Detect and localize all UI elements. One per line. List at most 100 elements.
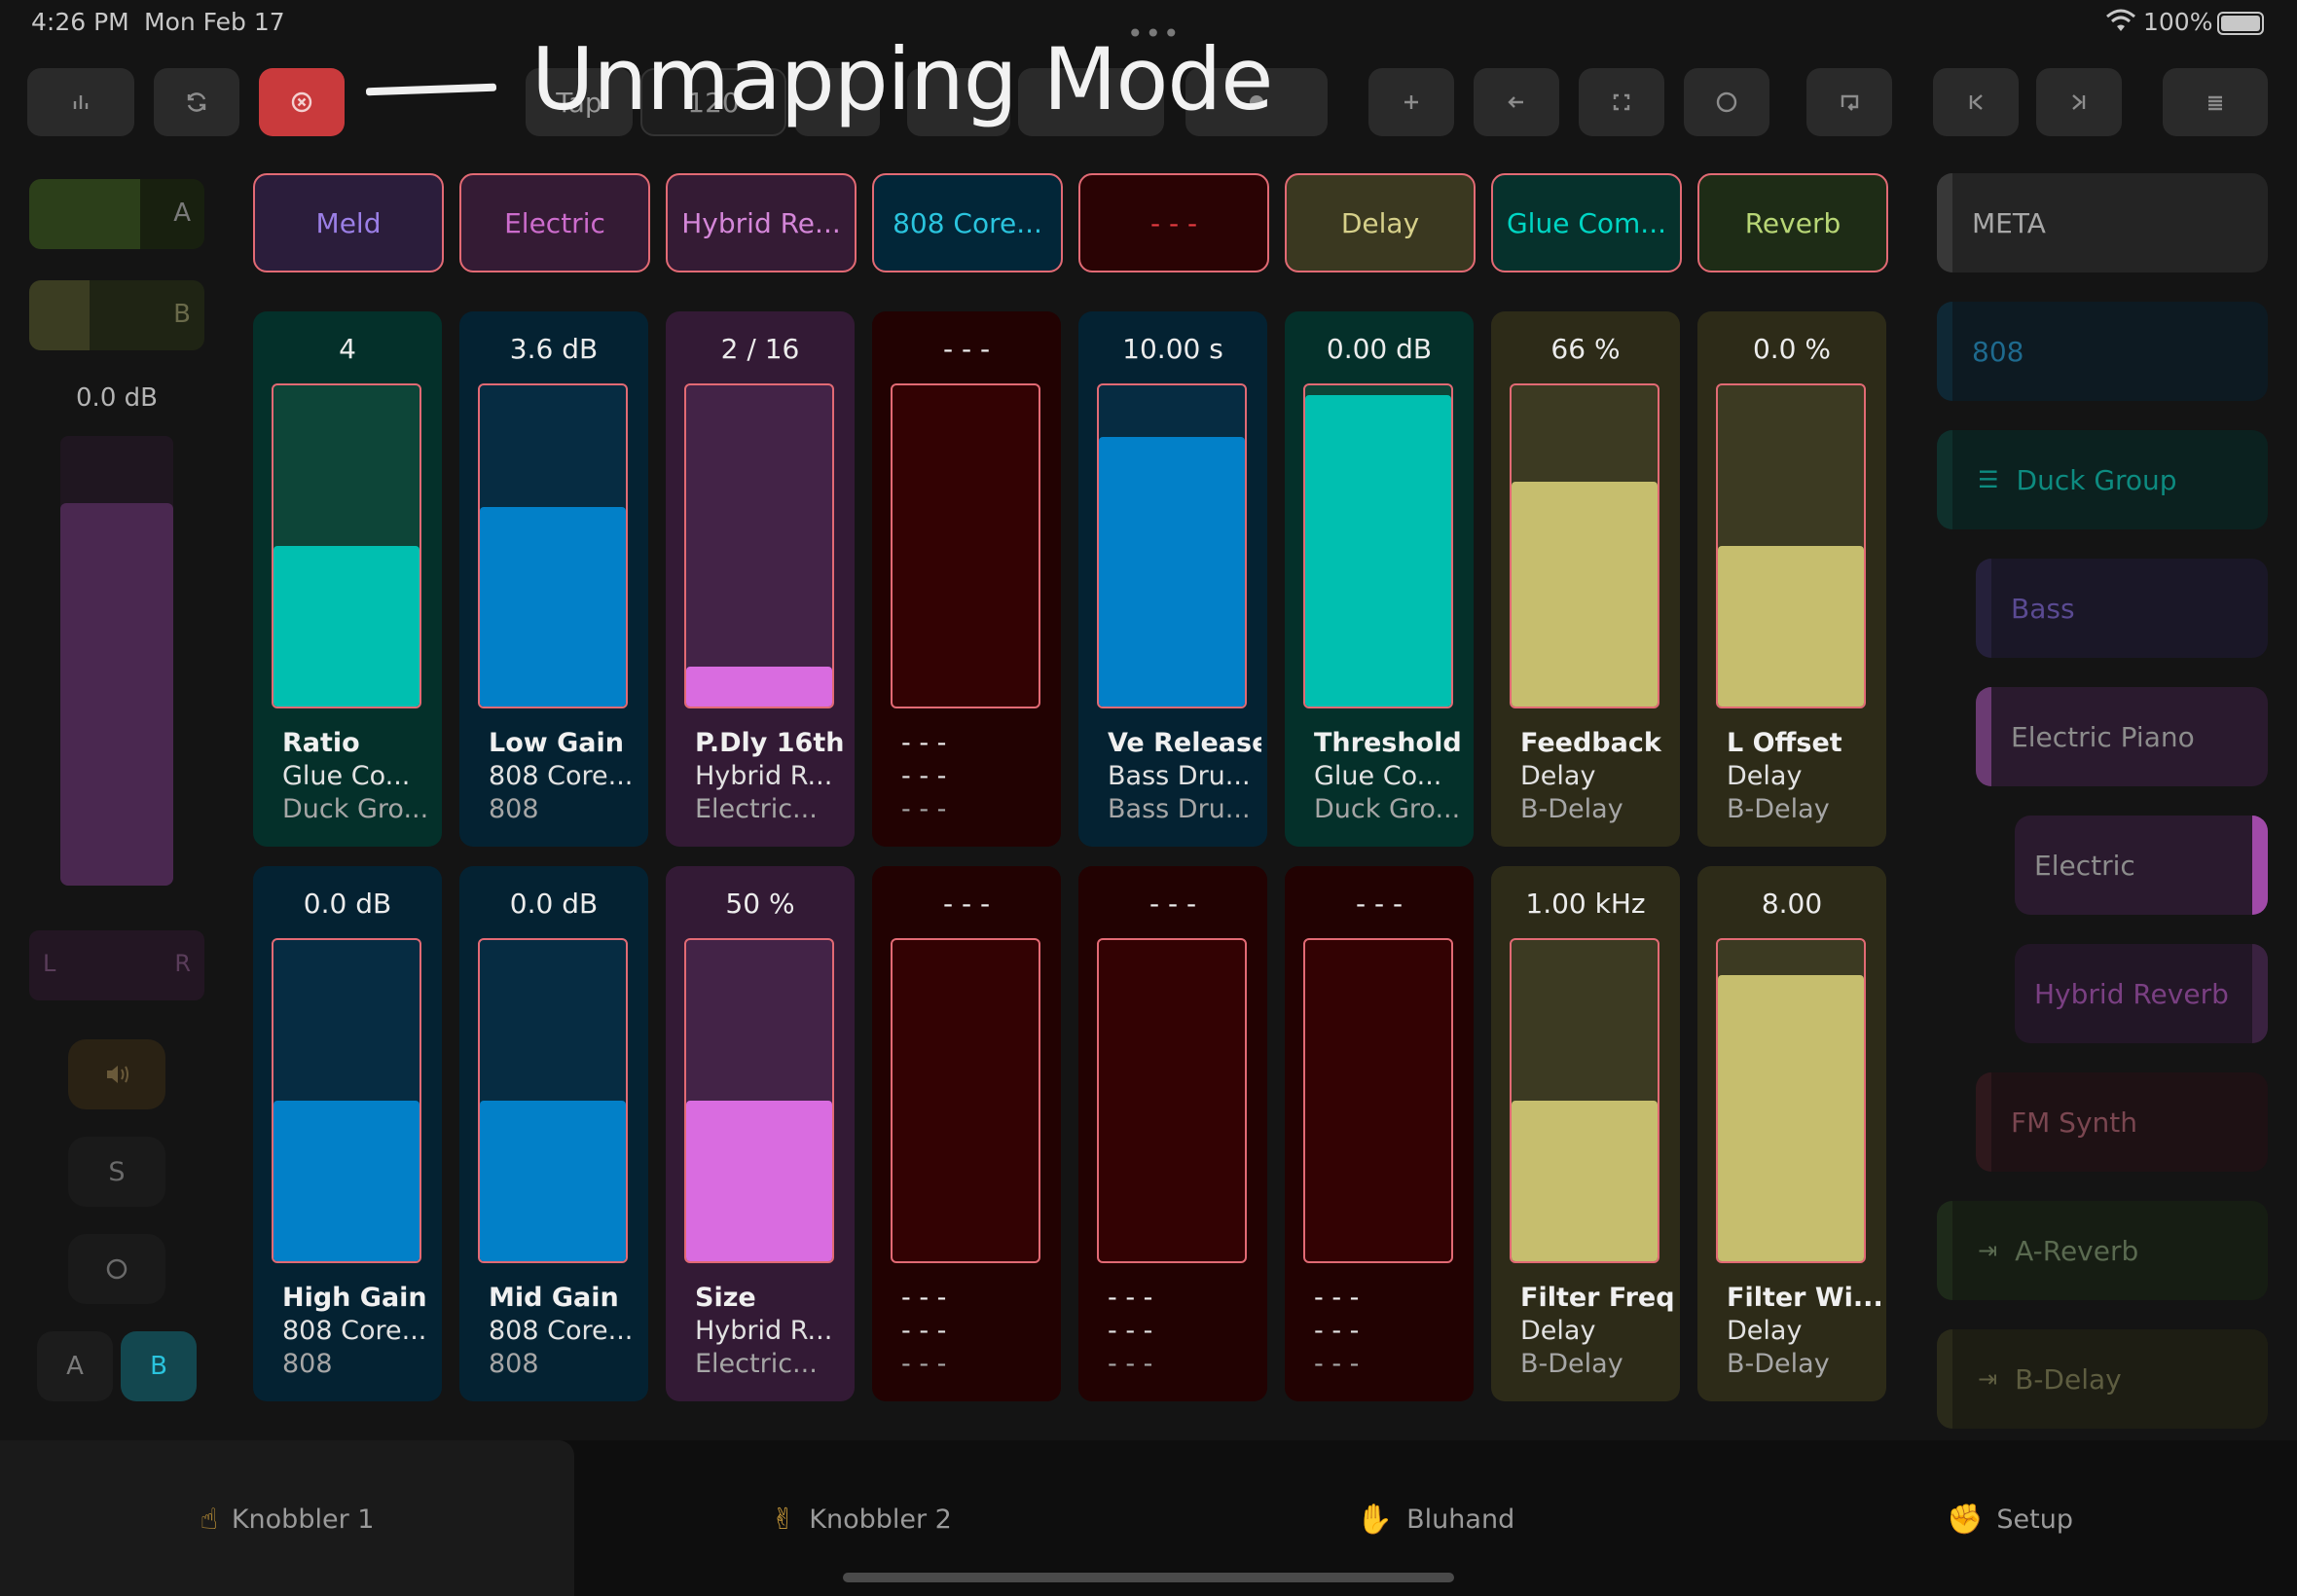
crossfader-a-label: A (173, 199, 191, 228)
tab-knobbler-1[interactable]: ☝ Knobbler 1 (0, 1442, 574, 1596)
add-button[interactable] (1368, 68, 1454, 136)
track-item-label: Electric Piano (2011, 720, 2195, 753)
skip-back-button[interactable] (1933, 68, 2019, 136)
param-device: Delay (1727, 761, 1803, 791)
circle-button[interactable] (1684, 68, 1769, 136)
group-icon: ☰ (1978, 466, 1999, 493)
param-track: B-Delay (1520, 1349, 1623, 1379)
param-value: - - - (1148, 888, 1197, 920)
fullscreen-button[interactable] (1579, 68, 1664, 136)
param-slider[interactable] (478, 383, 628, 708)
track-item-808[interactable]: 808 (1937, 302, 2268, 401)
param-card[interactable]: 3.6 dB Low Gain 808 Core... 808 (459, 311, 648, 847)
param-slider[interactable] (272, 938, 421, 1263)
arm-button[interactable] (68, 1234, 165, 1304)
device-button-empty[interactable]: - - - (1078, 173, 1269, 272)
victory-hand-icon: ✌ (771, 1502, 796, 1537)
param-card[interactable]: 0.0 dB High Gain 808 Core... 808 (253, 866, 442, 1401)
param-card[interactable]: 0.0 % L Offset Delay B-Delay (1697, 311, 1886, 847)
track-item-label: Electric (2034, 849, 2135, 882)
param-card[interactable]: 0.00 dB Threshold Glue Co... Duck Gro... (1285, 311, 1474, 847)
device-button-reverb[interactable]: Reverb (1697, 173, 1888, 272)
param-slider[interactable] (891, 383, 1040, 708)
param-card[interactable]: 2 / 16 P.Dly 16th Hybrid R... Electric..… (666, 311, 855, 847)
tab-setup[interactable]: ✊ Setup (1723, 1442, 2297, 1596)
param-slider[interactable] (1510, 383, 1659, 708)
track-item-a-reverb[interactable]: ⇥ A-Reverb (1937, 1201, 2268, 1300)
param-device: - - - (1108, 1316, 1153, 1346)
param-device: Hybrid R... (695, 761, 833, 791)
mute-button[interactable] (68, 1039, 165, 1109)
param-track: Electric... (695, 794, 818, 824)
param-card[interactable]: 66 % Feedback Delay B-Delay (1491, 311, 1680, 847)
crossfader-a-slot[interactable]: A (29, 179, 204, 249)
track-item-electric-piano[interactable]: Electric Piano (1976, 687, 2268, 786)
param-track: - - - (901, 1349, 947, 1379)
device-button-hybrid-reverb[interactable]: Hybrid Re... (666, 173, 857, 272)
device-button-glue-compressor[interactable]: Glue Com... (1491, 173, 1682, 272)
unmap-mode-button[interactable] (259, 68, 345, 136)
param-card[interactable]: 8.00 Filter Wi... Delay B-Delay (1697, 866, 1886, 1401)
param-device: Glue Co... (282, 761, 411, 791)
refresh-button[interactable] (154, 68, 239, 136)
param-slider[interactable] (1303, 383, 1453, 708)
track-item-hybrid-reverb[interactable]: Hybrid Reverb (2015, 944, 2268, 1043)
param-slider[interactable] (1716, 383, 1866, 708)
device-button-meld[interactable]: Meld (253, 173, 444, 272)
param-card[interactable]: 4 Ratio Glue Co... Duck Gro... (253, 311, 442, 847)
tab-label: Setup (1996, 1504, 2073, 1535)
menu-button[interactable] (2163, 68, 2268, 136)
skip-forward-button[interactable] (2036, 68, 2122, 136)
param-card[interactable]: - - - - - - - - - - - - (872, 311, 1061, 847)
param-slider-fill (1099, 436, 1245, 707)
param-slider[interactable] (1097, 383, 1247, 708)
param-card[interactable]: - - - - - - - - - - - - (872, 866, 1061, 1401)
param-card[interactable]: 50 % Size Hybrid R... Electric... (666, 866, 855, 1401)
circle-icon (106, 1258, 128, 1280)
param-slider-fill (1718, 975, 1864, 1261)
param-name: Ratio (282, 728, 360, 758)
track-volume-fader[interactable] (60, 436, 173, 886)
track-item-meta[interactable]: META (1937, 173, 2268, 272)
param-slider[interactable] (1097, 938, 1247, 1263)
track-item-b-delay[interactable]: ⇥ B-Delay (1937, 1329, 2268, 1429)
param-card[interactable]: 0.0 dB Mid Gain 808 Core... 808 (459, 866, 648, 1401)
param-value: 8.00 (1761, 888, 1823, 920)
param-slider[interactable] (1510, 938, 1659, 1263)
crossfader-b-slot[interactable]: B (29, 280, 204, 350)
ab-select-a[interactable]: A (37, 1331, 113, 1401)
param-card[interactable]: 10.00 s Ve Release Bass Dru... Bass Dru.… (1078, 311, 1267, 847)
param-track: Bass Dru... (1108, 794, 1251, 824)
home-indicator[interactable] (843, 1573, 1454, 1582)
back-arrow-button[interactable] (1474, 68, 1559, 136)
track-item-bass[interactable]: Bass (1976, 559, 2268, 658)
track-item-label: Bass (2011, 592, 2075, 625)
pan-slider[interactable]: L R (29, 930, 204, 1000)
track-volume-label: 0.0 dB (76, 383, 158, 413)
pointing-hand-icon: ☝ (200, 1502, 218, 1537)
param-slider[interactable] (1303, 938, 1453, 1263)
param-slider[interactable] (684, 938, 834, 1263)
param-slider[interactable] (478, 938, 628, 1263)
battery-icon (2217, 12, 2264, 35)
solo-button[interactable]: S (68, 1137, 165, 1207)
pan-right-label: R (174, 950, 191, 977)
param-slider[interactable] (1716, 938, 1866, 1263)
device-button-808-core[interactable]: 808 Core... (872, 173, 1063, 272)
device-button-delay[interactable]: Delay (1285, 173, 1476, 272)
param-slider[interactable] (684, 383, 834, 708)
mixer-view-button[interactable] (27, 68, 134, 136)
param-card[interactable]: 1.00 kHz Filter Freq Delay B-Delay (1491, 866, 1680, 1401)
param-slider[interactable] (272, 383, 421, 708)
loop-button[interactable] (1806, 68, 1892, 136)
param-card[interactable]: - - - - - - - - - - - - (1078, 866, 1267, 1401)
param-name: Threshold (1314, 728, 1462, 758)
param-card[interactable]: - - - - - - - - - - - - (1285, 866, 1474, 1401)
track-item-fm-synth[interactable]: FM Synth (1976, 1072, 2268, 1172)
ab-select-b[interactable]: B (121, 1331, 197, 1401)
track-item-electric[interactable]: Electric (2015, 816, 2268, 915)
device-button-electric[interactable]: Electric (459, 173, 650, 272)
param-device: 808 Core... (282, 1316, 427, 1346)
track-item-duck-group[interactable]: ☰ Duck Group (1937, 430, 2268, 529)
param-slider[interactable] (891, 938, 1040, 1263)
